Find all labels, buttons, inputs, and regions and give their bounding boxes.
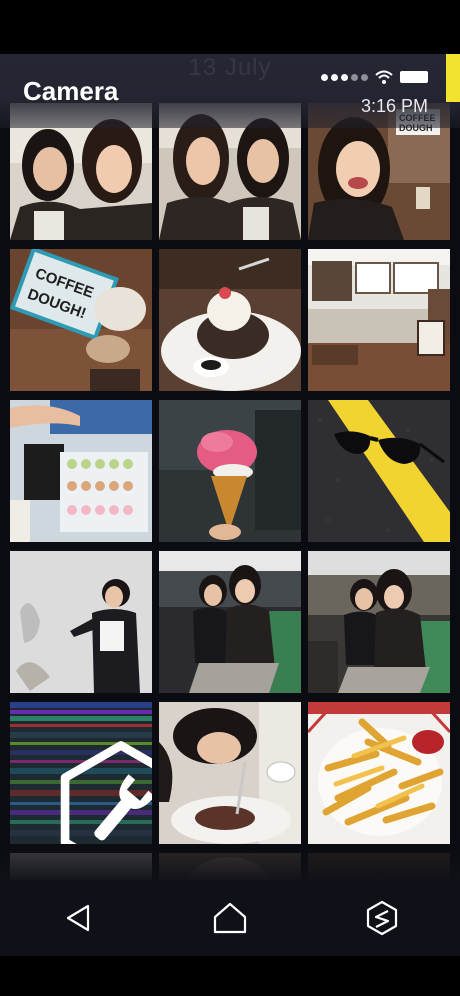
back-icon: [66, 904, 90, 932]
clock-time: 3:16 PM: [360, 96, 428, 116]
accent-tab[interactable]: [446, 54, 460, 102]
status-icons: [321, 70, 428, 84]
photo-macaron-display[interactable]: [10, 400, 152, 542]
glitch-tile-with-wrench[interactable]: [10, 702, 152, 844]
system-bottom-bar: [0, 956, 460, 996]
photo-two-women-sitting-2[interactable]: [308, 551, 450, 693]
hex-s-icon: [366, 900, 398, 936]
back-button[interactable]: [50, 892, 106, 944]
system-top-bar: [0, 0, 460, 54]
menu-button[interactable]: [354, 892, 410, 944]
wifi-icon: [375, 70, 393, 84]
grid-fade: [0, 848, 460, 880]
photo-cafe-counter[interactable]: [308, 249, 450, 391]
photo-two-women-sitting-1[interactable]: [159, 551, 301, 693]
photo-sunglasses-on-road[interactable]: [308, 400, 450, 542]
photo-pancake-dessert[interactable]: [159, 249, 301, 391]
photo-woman-white-wall[interactable]: [10, 551, 152, 693]
home-icon: [213, 902, 247, 934]
photo-woman-eating-dessert[interactable]: [159, 702, 301, 844]
page-title: Camera: [23, 76, 119, 106]
navigation-bar: [0, 880, 460, 956]
signal-dots-icon: [321, 73, 368, 81]
wrench-hexagon-icon: [60, 741, 152, 844]
battery-icon: [400, 71, 428, 83]
home-button[interactable]: [202, 892, 258, 944]
photo-coffee-dough-lightbox[interactable]: COFFEE DOUGH!: [10, 249, 152, 391]
app-header: 13 July Camera 3:16 PM: [0, 54, 460, 128]
photo-ice-cream-cone[interactable]: [159, 400, 301, 542]
photo-french-fries[interactable]: [308, 702, 450, 844]
